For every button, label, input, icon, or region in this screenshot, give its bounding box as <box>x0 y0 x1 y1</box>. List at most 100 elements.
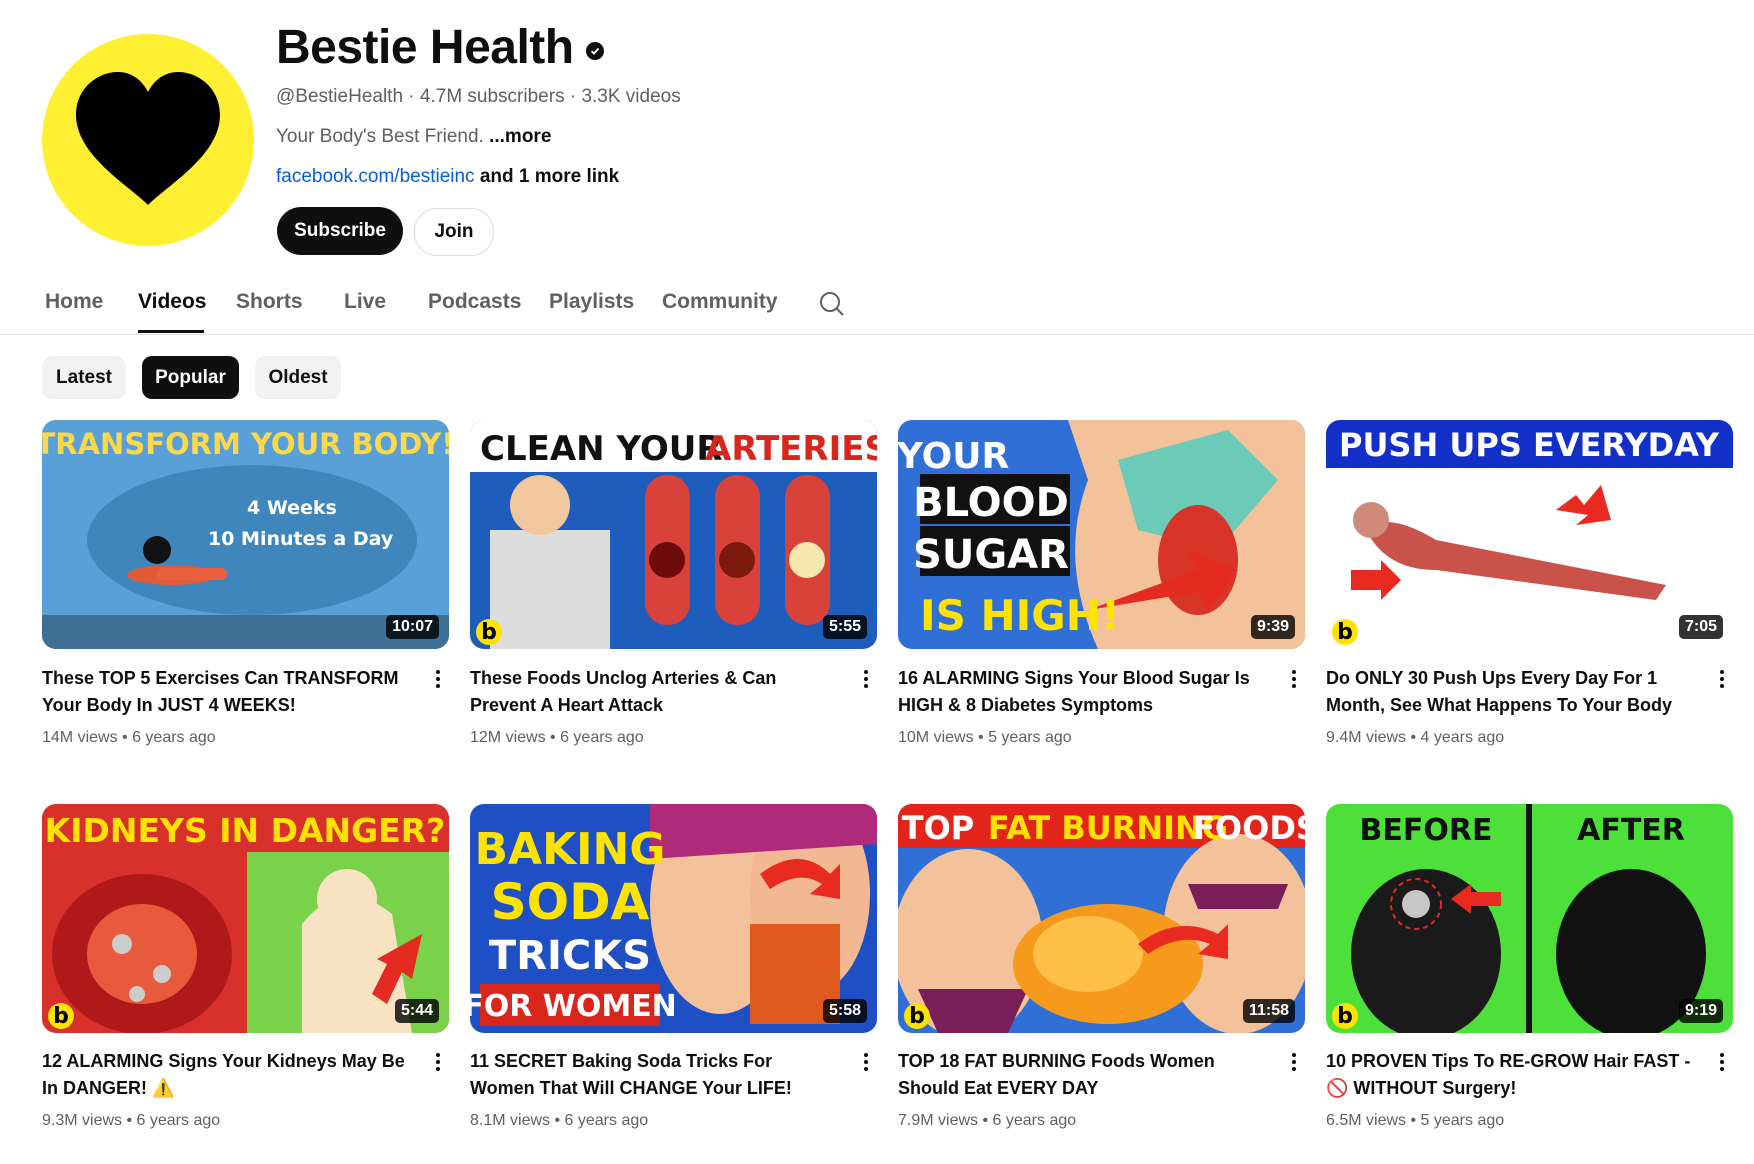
thumbnail-art: TOP FAT BURNING FOODS <box>898 804 1305 1033</box>
video-duration: 10:07 <box>386 615 439 639</box>
tab-videos[interactable]: Videos <box>138 290 206 314</box>
thumbnail-art: BEFORE AFTER <box>1326 804 1733 1033</box>
video-thumbnail[interactable]: TRANSFORM YOUR BODY! 4 Weeks 10 Minutes … <box>42 420 449 649</box>
video-thumbnail[interactable]: PUSH UPS EVERYDAY b 7:05 <box>1326 420 1733 649</box>
subscribe-button[interactable]: Subscribe <box>277 207 403 255</box>
thumbnail-art: BAKING SODA TRICKS FOR WOMEN <box>470 804 877 1033</box>
channel-name: Bestie Health <box>276 20 604 75</box>
video-thumbnail[interactable]: TOP FAT BURNING FOODS b 11:58 <box>898 804 1305 1033</box>
tab-playlists[interactable]: Playlists <box>549 290 634 314</box>
video-meta: 7.9M views • 6 years ago <box>898 1112 1077 1129</box>
video-age: 5 years ago <box>1420 1112 1505 1129</box>
thumb-headline: KIDNEYS IN DANGER? <box>45 811 446 850</box>
video-duration: 5:55 <box>822 615 867 639</box>
heart-icon <box>76 72 220 205</box>
video-age: 5 years ago <box>988 729 1072 746</box>
video-meta: 9.4M views • 4 years ago <box>1326 729 1505 746</box>
description-text: Your Body's Best Friend. <box>276 126 484 147</box>
description-more-link[interactable]: ...more <box>489 126 551 147</box>
video-duration: 7:05 <box>1678 615 1723 639</box>
thumb-headline: TRANSFORM YOUR BODY! <box>42 427 449 461</box>
more-actions-icon[interactable] <box>856 1048 876 1076</box>
verified-check-icon <box>585 41 604 60</box>
tab-shorts[interactable]: Shorts <box>236 290 303 314</box>
video-title[interactable]: These TOP 5 Exercises Can TRANSFORM Your… <box>42 665 412 719</box>
more-actions-icon[interactable] <box>1284 1048 1304 1076</box>
channel-description[interactable]: Your Body's Best Friend. ...more <box>276 126 551 148</box>
video-age: 6 years ago <box>560 729 644 746</box>
video-title[interactable]: These Foods Unclog Arteries & Can Preven… <box>470 665 840 719</box>
more-actions-icon[interactable] <box>856 665 876 693</box>
thumb-line-2: BLOOD <box>913 480 1069 526</box>
more-actions-icon[interactable] <box>1712 1048 1732 1076</box>
tab-podcasts[interactable]: Podcasts <box>428 290 521 314</box>
video-meta: 9.3M views • 6 years ago <box>42 1112 221 1129</box>
join-button[interactable]: Join <box>414 208 494 256</box>
brand-badge: b <box>1332 619 1358 645</box>
video-meta: 8.1M views • 6 years ago <box>470 1112 649 1129</box>
more-actions-icon[interactable] <box>428 665 448 693</box>
more-links-button[interactable]: and 1 more link <box>480 166 619 187</box>
video-views: 8.1M views <box>470 1112 551 1129</box>
chip-popular[interactable]: Popular <box>142 356 239 399</box>
thumbnail-art: CLEAN YOUR ARTERIES <box>470 420 877 649</box>
video-title[interactable]: Do ONLY 30 Push Ups Every Day For 1 Mont… <box>1326 665 1696 719</box>
video-thumbnail[interactable]: YOUR BLOOD SUGAR IS HIGH! 9:39 <box>898 420 1305 649</box>
video-duration: 9:19 <box>1678 999 1723 1023</box>
thumbnail-art: KIDNEYS IN DANGER? <box>42 804 449 1033</box>
video-age: 6 years ago <box>564 1112 649 1129</box>
video-title[interactable]: 10 PROVEN Tips To RE-GROW Hair FAST - 🚫 … <box>1326 1048 1696 1102</box>
tab-live[interactable]: Live <box>344 290 386 314</box>
thumb-line-4: IS HIGH! <box>920 591 1120 640</box>
brand-badge: b <box>1332 1003 1358 1029</box>
video-title[interactable]: 16 ALARMING Signs Your Blood Sugar Is HI… <box>898 665 1268 719</box>
video-meta: 12M views • 6 years ago <box>470 729 644 746</box>
video-duration: 5:58 <box>822 999 867 1023</box>
tab-community[interactable]: Community <box>662 290 778 314</box>
video-age: 6 years ago <box>132 729 216 746</box>
thumb-headline: PUSH UPS EVERYDAY <box>1339 426 1720 464</box>
thumb-headline-1: TOP <box>902 809 974 847</box>
more-actions-icon[interactable] <box>428 1048 448 1076</box>
video-duration: 9:39 <box>1250 615 1295 639</box>
video-thumbnail[interactable]: CLEAN YOUR ARTERIES b 5:55 <box>470 420 877 649</box>
video-views: 14M views <box>42 729 118 746</box>
channel-avatar[interactable] <box>42 34 254 246</box>
video-duration: 11:58 <box>1242 999 1295 1023</box>
video-age: 4 years ago <box>1420 729 1505 746</box>
thumb-line-3: TRICKS <box>489 933 651 979</box>
video-views: 12M views <box>470 729 546 746</box>
thumb-before: BEFORE <box>1360 813 1493 848</box>
chip-latest[interactable]: Latest <box>42 356 126 399</box>
active-tab-indicator <box>138 330 204 333</box>
facebook-link[interactable]: facebook.com/bestieinc <box>276 166 475 187</box>
video-views: 9.3M views <box>42 1112 123 1129</box>
chip-oldest[interactable]: Oldest <box>255 356 341 399</box>
video-thumbnail[interactable]: BAKING SODA TRICKS FOR WOMEN 5:58 <box>470 804 877 1033</box>
channel-links: facebook.com/bestieinc and 1 more link <box>276 166 619 188</box>
thumb-after: AFTER <box>1577 813 1685 848</box>
channel-meta: @BestieHealth · 4.7M subscribers · 3.3K … <box>276 86 681 107</box>
more-actions-icon[interactable] <box>1712 665 1732 693</box>
more-actions-icon[interactable] <box>1284 665 1304 693</box>
video-thumbnail[interactable]: BEFORE AFTER b 9:19 <box>1326 804 1733 1033</box>
video-title[interactable]: 11 SECRET Baking Soda Tricks For Women T… <box>470 1048 840 1102</box>
brand-badge: b <box>48 1003 74 1029</box>
video-title[interactable]: 12 ALARMING Signs Your Kidneys May Be In… <box>42 1048 412 1102</box>
thumb-sub2: 10 Minutes a Day <box>208 528 394 550</box>
search-icon[interactable] <box>818 290 846 318</box>
video-views: 10M views <box>898 729 974 746</box>
thumb-headline: CLEAN YOUR <box>480 429 723 469</box>
tab-home[interactable]: Home <box>45 290 103 314</box>
thumb-sub1: 4 Weeks <box>247 497 337 519</box>
video-title[interactable]: TOP 18 FAT BURNING Foods Women Should Ea… <box>898 1048 1268 1102</box>
video-meta: 14M views • 6 years ago <box>42 729 216 746</box>
video-meta: 6.5M views • 5 years ago <box>1326 1112 1505 1129</box>
thumbnail-art: PUSH UPS EVERYDAY <box>1326 420 1733 649</box>
video-views: 7.9M views <box>898 1112 979 1129</box>
thumb-line-4: FOR WOMEN <box>470 989 677 1024</box>
video-duration: 5:44 <box>394 999 439 1023</box>
thumb-line-1: BAKING <box>475 824 666 875</box>
video-meta: 10M views • 5 years ago <box>898 729 1072 746</box>
video-thumbnail[interactable]: KIDNEYS IN DANGER? b 5:44 <box>42 804 449 1033</box>
